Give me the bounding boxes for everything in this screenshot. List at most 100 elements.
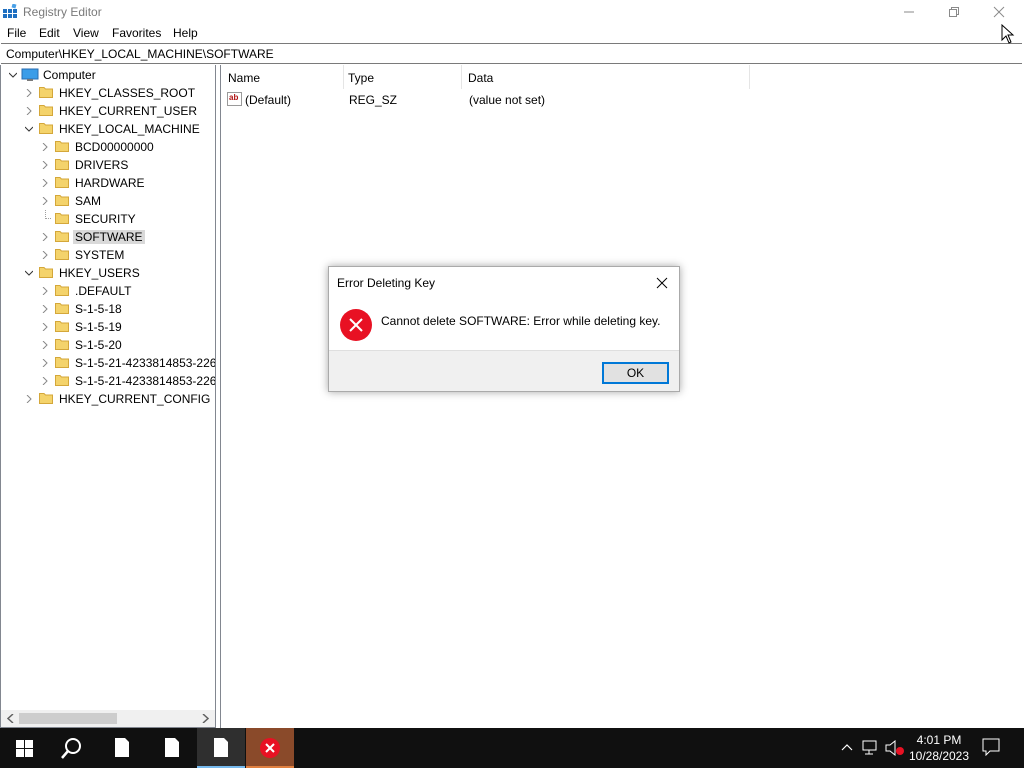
- chevron-right-icon[interactable]: [41, 143, 49, 151]
- tree-item[interactable]: S-1-5-21-4233814853-2264: [1, 372, 215, 390]
- ok-button[interactable]: OK: [602, 362, 669, 384]
- restore-icon: [949, 7, 959, 17]
- tree-item[interactable]: SOFTWARE: [1, 228, 215, 246]
- tree-label: HARDWARE: [75, 176, 145, 190]
- tree-item[interactable]: DRIVERS: [1, 156, 215, 174]
- folder-icon: [55, 213, 69, 224]
- chevron-down-icon[interactable]: [25, 125, 33, 133]
- tree-item[interactable]: SECURITY: [1, 210, 215, 228]
- menu-view[interactable]: View: [73, 26, 99, 40]
- tree-item[interactable]: HKEY_LOCAL_MACHINE: [1, 120, 215, 138]
- tree-item[interactable]: HKEY_CURRENT_USER: [1, 102, 215, 120]
- tree-item[interactable]: BCD00000000: [1, 138, 215, 156]
- address-path: Computer\HKEY_LOCAL_MACHINE\SOFTWARE: [6, 47, 274, 61]
- menu-favorites[interactable]: Favorites: [112, 26, 161, 40]
- tree-item[interactable]: SYSTEM: [1, 246, 215, 264]
- folder-icon: [55, 249, 69, 260]
- scroll-right-icon[interactable]: [201, 714, 209, 723]
- folder-icon: [55, 303, 69, 314]
- chevron-right-icon[interactable]: [41, 197, 49, 205]
- address-bar[interactable]: Computer\HKEY_LOCAL_MACHINE\SOFTWARE: [1, 43, 1022, 64]
- folder-icon: [39, 123, 53, 134]
- system-clock[interactable]: 4:01 PM 10/28/2023: [905, 732, 973, 764]
- mouse-cursor-icon: [1001, 24, 1015, 44]
- tree-item[interactable]: HARDWARE: [1, 174, 215, 192]
- folder-icon: [55, 321, 69, 332]
- chevron-right-icon[interactable]: [41, 359, 49, 367]
- tree-label: DRIVERS: [75, 158, 129, 172]
- minimize-icon: [904, 11, 914, 13]
- tree-item-computer[interactable]: Computer: [1, 66, 215, 84]
- chevron-down-icon[interactable]: [9, 71, 17, 79]
- taskbar-app-document-active[interactable]: [197, 728, 245, 768]
- chevron-right-icon[interactable]: [41, 179, 49, 187]
- chevron-up-icon[interactable]: [841, 743, 853, 751]
- error-icon: [260, 738, 280, 758]
- tree-item[interactable]: SAM: [1, 192, 215, 210]
- chevron-right-icon[interactable]: [25, 395, 33, 403]
- error-icon: [340, 309, 372, 341]
- menu-file[interactable]: File: [7, 26, 26, 40]
- folder-icon: [55, 159, 69, 170]
- chevron-right-icon[interactable]: [41, 161, 49, 169]
- chevron-right-icon[interactable]: [41, 251, 49, 259]
- scrollbar-thumb[interactable]: [19, 713, 117, 724]
- taskbar-app-error-dialog[interactable]: [246, 728, 294, 768]
- tree-item[interactable]: .DEFAULT: [1, 282, 215, 300]
- close-button[interactable]: [976, 0, 1022, 24]
- column-divider[interactable]: [749, 65, 750, 89]
- chevron-right-icon[interactable]: [25, 89, 33, 97]
- column-header-type[interactable]: Type: [341, 65, 461, 89]
- dialog-title: Error Deleting Key: [337, 276, 436, 290]
- tree-item[interactable]: HKEY_CLASSES_ROOT: [1, 84, 215, 102]
- folder-icon: [55, 177, 69, 188]
- horizontal-scrollbar[interactable]: [1, 710, 215, 727]
- scroll-left-icon[interactable]: [7, 714, 15, 723]
- chevron-right-icon[interactable]: [41, 287, 49, 295]
- search-button[interactable]: [48, 728, 96, 768]
- notification-icon[interactable]: [982, 738, 1000, 756]
- chevron-right-icon[interactable]: [25, 107, 33, 115]
- tree-label: S-1-5-21-4233814853-2264: [75, 374, 216, 388]
- folder-icon: [55, 231, 69, 242]
- tree-item[interactable]: S-1-5-18: [1, 300, 215, 318]
- tree-label: SYSTEM: [75, 248, 125, 262]
- chevron-right-icon[interactable]: [41, 305, 49, 313]
- values-list[interactable]: Name Type Data ab (Default) REG_SZ (valu…: [220, 65, 1022, 728]
- windows-logo-icon: [16, 740, 33, 757]
- column-header-name[interactable]: Name: [221, 65, 343, 89]
- close-icon[interactable]: [655, 276, 669, 290]
- list-item[interactable]: ab (Default) REG_SZ (value not set): [221, 90, 751, 110]
- network-icon[interactable]: [862, 740, 880, 756]
- chevron-right-icon[interactable]: [41, 233, 49, 241]
- taskbar-app-document[interactable]: [148, 728, 196, 768]
- chevron-right-icon[interactable]: [41, 323, 49, 331]
- error-dialog: Error Deleting Key Cannot delete SOFTWAR…: [328, 266, 680, 392]
- tree-item[interactable]: HKEY_CURRENT_CONFIG: [1, 390, 215, 408]
- clock-date: 10/28/2023: [908, 749, 970, 763]
- menu-edit[interactable]: Edit: [39, 26, 60, 40]
- taskbar-app-document[interactable]: [98, 728, 146, 768]
- chevron-right-icon[interactable]: [41, 377, 49, 385]
- minimize-button[interactable]: [886, 0, 932, 24]
- tree-item[interactable]: S-1-5-19: [1, 318, 215, 336]
- tree-item[interactable]: HKEY_USERS: [1, 264, 215, 282]
- document-icon: [115, 738, 129, 757]
- chevron-down-icon[interactable]: [25, 269, 33, 277]
- tree-label: HKEY_CURRENT_CONFIG: [59, 392, 211, 406]
- tree-item[interactable]: S-1-5-20: [1, 336, 215, 354]
- chevron-right-icon[interactable]: [41, 341, 49, 349]
- tree-label: HKEY_LOCAL_MACHINE: [59, 122, 200, 136]
- start-button[interactable]: [0, 728, 48, 768]
- volume-muted-icon[interactable]: [885, 740, 905, 756]
- tree-label: S-1-5-18: [75, 302, 122, 316]
- tree-item[interactable]: S-1-5-21-4233814853-2264: [1, 354, 215, 372]
- value-data: (value not set): [469, 93, 546, 107]
- key-tree[interactable]: Computer HKEY_CLASSES_ROOT HKEY_CURRENT_U…: [0, 65, 216, 728]
- column-header-data[interactable]: Data: [461, 65, 749, 89]
- folder-icon: [55, 339, 69, 350]
- restore-button[interactable]: [931, 0, 977, 24]
- folder-icon: [39, 105, 53, 116]
- string-value-icon: ab: [227, 92, 242, 106]
- menu-help[interactable]: Help: [173, 26, 198, 40]
